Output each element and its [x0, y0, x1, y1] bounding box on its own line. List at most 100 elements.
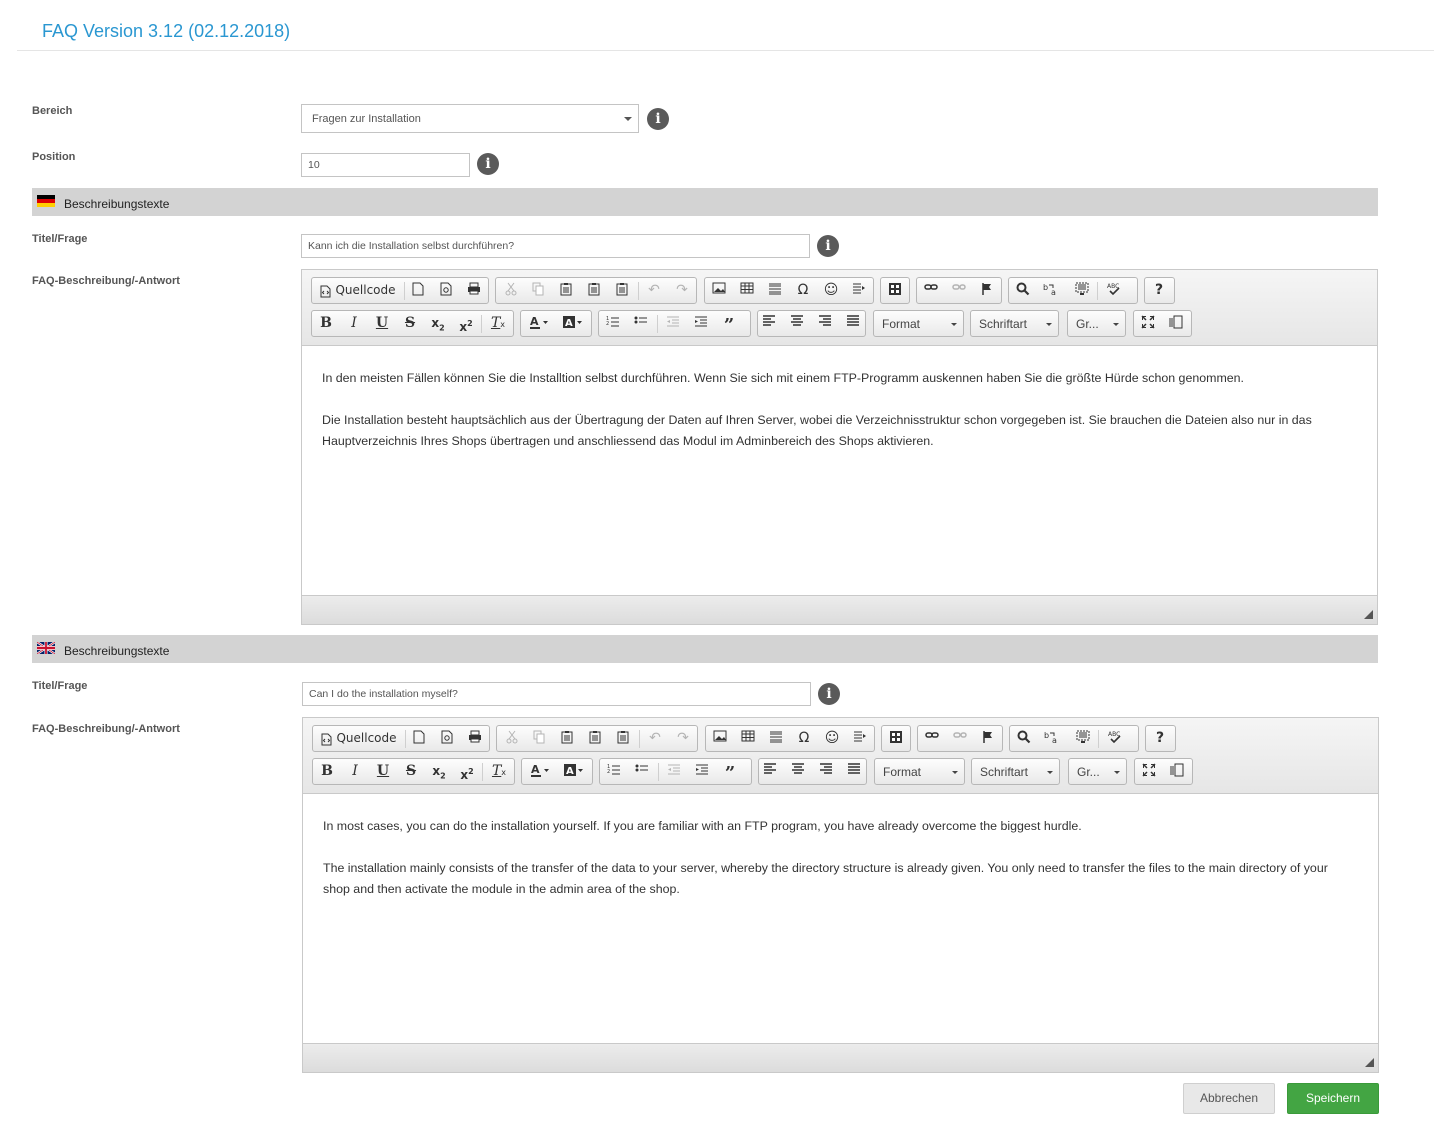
strikethrough-icon[interactable]: S: [399, 314, 421, 333]
spellcheck-icon[interactable]: ABC: [1102, 281, 1130, 300]
outdent-icon[interactable]: [662, 314, 684, 333]
bulleted-list-icon[interactable]: [631, 762, 653, 781]
background-color-icon[interactable]: A: [558, 314, 588, 333]
show-blocks-icon[interactable]: [1166, 762, 1188, 781]
align-left-icon[interactable]: [758, 314, 780, 333]
select-all-icon[interactable]: [1071, 281, 1093, 300]
info-icon[interactable]: i: [817, 235, 839, 257]
superscript-icon[interactable]: x2: [455, 314, 477, 334]
font-size-dropdown[interactable]: Gr...: [1068, 758, 1127, 785]
cut-icon[interactable]: [500, 281, 522, 300]
cut-icon[interactable]: [501, 729, 523, 748]
maximize-icon[interactable]: [1138, 762, 1160, 781]
rich-text-editor-en[interactable]: Quellcode ↶ ↷ Ω ☺ b a ABC? B I U Sx2 x2 Tx A A 1 2” Format…: [302, 717, 1379, 1073]
numbered-list-icon[interactable]: 12: [603, 762, 625, 781]
position-input[interactable]: 10: [301, 153, 470, 177]
remove-format-icon[interactable]: Tx: [487, 314, 509, 333]
help-icon[interactable]: ?: [1149, 729, 1171, 748]
background-color-icon[interactable]: A: [559, 762, 589, 781]
special-char-icon[interactable]: Ω: [793, 729, 815, 748]
copy-icon[interactable]: [527, 281, 549, 300]
resize-handle-icon[interactable]: [1365, 1058, 1374, 1067]
font-dropdown[interactable]: Schriftart: [971, 758, 1060, 785]
indent-icon[interactable]: [691, 762, 713, 781]
link-icon[interactable]: [921, 729, 943, 748]
title-input-de[interactable]: Kann ich die Installation selbst durchfü…: [301, 234, 810, 258]
save-button[interactable]: Speichern: [1287, 1083, 1379, 1114]
table-icon[interactable]: [736, 281, 758, 300]
remove-format-icon[interactable]: Tx: [488, 762, 510, 781]
subscript-icon[interactable]: x2: [427, 314, 449, 333]
align-justify-icon[interactable]: [842, 314, 864, 333]
bold-icon[interactable]: B: [316, 762, 338, 781]
horizontal-rule-icon[interactable]: [764, 281, 786, 300]
editor-content[interactable]: In most cases, you can do the installati…: [303, 794, 1378, 1044]
redo-icon[interactable]: ↷: [671, 281, 693, 300]
strikethrough-icon[interactable]: S: [400, 762, 422, 781]
format-dropdown[interactable]: Format: [873, 310, 964, 337]
print-icon[interactable]: [463, 281, 485, 300]
superscript-icon[interactable]: x2: [456, 762, 478, 782]
numbered-list-icon[interactable]: 12: [602, 314, 624, 333]
font-dropdown[interactable]: Schriftart: [970, 310, 1059, 337]
align-justify-icon[interactable]: [843, 762, 865, 781]
paste-icon[interactable]: [555, 281, 577, 300]
bold-icon[interactable]: B: [315, 314, 337, 333]
select-all-icon[interactable]: [1072, 729, 1094, 748]
replace-icon[interactable]: ba: [1040, 281, 1062, 300]
blockquote-icon[interactable]: ”: [719, 762, 741, 784]
bereich-select[interactable]: Fragen zur Installation: [301, 104, 639, 133]
blockquote-icon[interactable]: ”: [718, 314, 740, 336]
bulleted-list-icon[interactable]: [630, 314, 652, 333]
show-blocks-icon[interactable]: [1165, 314, 1187, 333]
align-left-icon[interactable]: [759, 762, 781, 781]
align-right-icon[interactable]: [815, 762, 837, 781]
help-icon[interactable]: ?: [1148, 281, 1170, 300]
iframe-icon[interactable]: [885, 729, 907, 748]
smiley-icon[interactable]: ☺: [820, 281, 842, 300]
maximize-icon[interactable]: [1137, 314, 1159, 333]
print-icon[interactable]: [464, 729, 486, 748]
align-center-icon[interactable]: [787, 762, 809, 781]
search-icon[interactable]: [1012, 281, 1034, 300]
resize-handle-icon[interactable]: [1364, 610, 1373, 619]
new-page-icon[interactable]: [407, 281, 429, 300]
cancel-button[interactable]: Abbrechen: [1183, 1083, 1275, 1114]
replace-icon[interactable]: ba: [1041, 729, 1063, 748]
new-page-icon[interactable]: [408, 729, 430, 748]
paste-text-icon[interactable]: [583, 281, 605, 300]
format-dropdown[interactable]: Format: [874, 758, 965, 785]
undo-icon[interactable]: ↶: [643, 281, 665, 300]
align-center-icon[interactable]: [786, 314, 808, 333]
unlink-icon[interactable]: [948, 281, 970, 300]
title-input-en[interactable]: Can I do the installation myself?: [302, 682, 811, 706]
rich-text-editor-de[interactable]: Quellcode ↶ ↷ Ω ☺ b a ABC? B I U Sx2 x2 Tx A A 1 2” Format…: [301, 269, 1378, 625]
image-icon[interactable]: [709, 729, 731, 748]
underline-icon[interactable]: U: [371, 314, 393, 333]
special-char-icon[interactable]: Ω: [792, 281, 814, 300]
search-icon[interactable]: [1013, 729, 1035, 748]
subscript-icon[interactable]: x2: [428, 762, 450, 781]
italic-icon[interactable]: I: [343, 314, 365, 333]
redo-icon[interactable]: ↷: [672, 729, 694, 748]
indent-icon[interactable]: [690, 314, 712, 333]
anchor-icon[interactable]: [977, 729, 999, 748]
preview-icon[interactable]: [435, 281, 457, 300]
spellcheck-icon[interactable]: ABC: [1103, 729, 1131, 748]
info-icon[interactable]: i: [647, 108, 669, 130]
table-icon[interactable]: [737, 729, 759, 748]
editor-content[interactable]: In den meisten Fällen können Sie die Ins…: [302, 346, 1377, 596]
info-icon[interactable]: i: [818, 683, 840, 705]
page-break-icon[interactable]: [849, 729, 871, 748]
image-icon[interactable]: [708, 281, 730, 300]
undo-icon[interactable]: ↶: [644, 729, 666, 748]
underline-icon[interactable]: U: [372, 762, 394, 781]
horizontal-rule-icon[interactable]: [765, 729, 787, 748]
italic-icon[interactable]: I: [344, 762, 366, 781]
anchor-icon[interactable]: [976, 281, 998, 300]
paste-word-icon[interactable]: [611, 281, 633, 300]
unlink-icon[interactable]: [949, 729, 971, 748]
paste-word-icon[interactable]: [612, 729, 634, 748]
copy-icon[interactable]: [528, 729, 550, 748]
text-color-icon[interactable]: A: [524, 314, 554, 333]
